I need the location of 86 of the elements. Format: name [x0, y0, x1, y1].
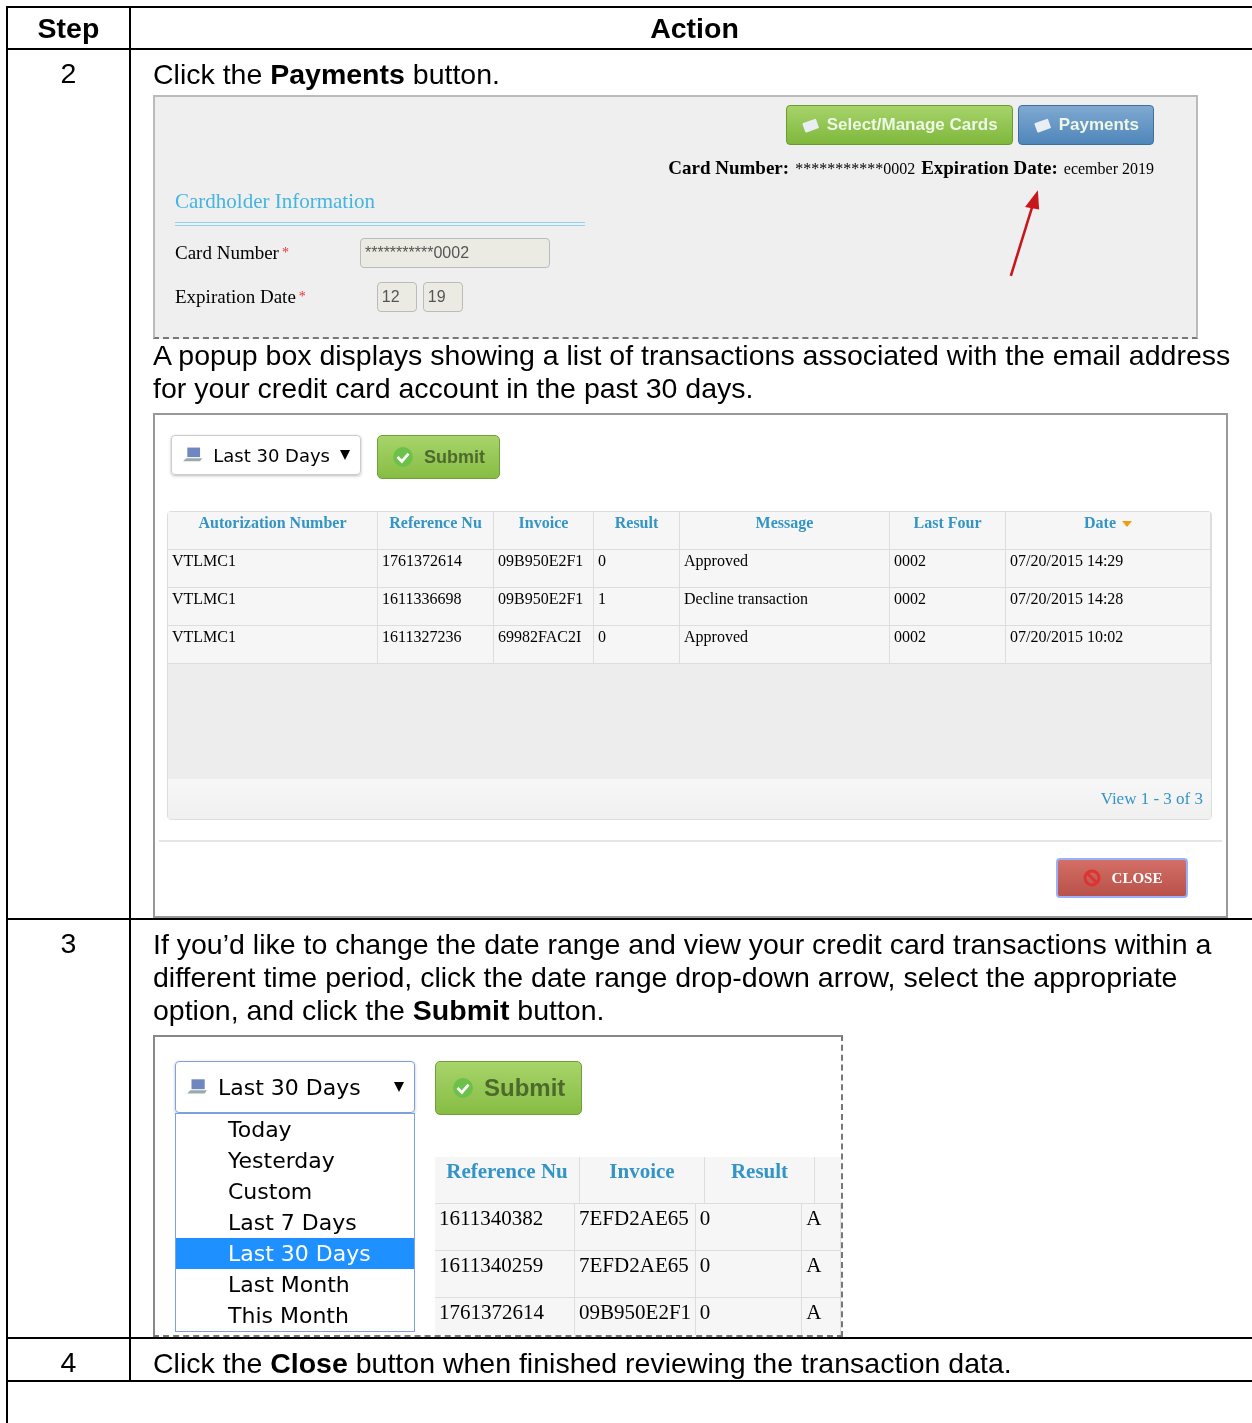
step-number: 2 — [60, 57, 77, 89]
field-label: Card Number — [175, 242, 279, 264]
card-number-label: Card Number: — [668, 157, 790, 179]
section-title: Cardholder Information — [175, 189, 585, 226]
column-header[interactable]: Invoice — [580, 1157, 705, 1203]
table-cell: VTLMC1 — [168, 588, 378, 625]
table-cell: A — [802, 1204, 841, 1250]
caret-icon — [340, 450, 350, 460]
table-cell: A — [802, 1251, 841, 1297]
pager-text: View 1 - 3 of 3 — [1100, 789, 1203, 809]
expiration-value: ecember 2019 — [1063, 160, 1154, 178]
table-cell: VTLMC1 — [168, 550, 378, 587]
table-cell: 1761372614 — [378, 550, 494, 587]
column-header[interactable]: Last Four — [890, 512, 1006, 549]
sort-icon — [1122, 521, 1132, 528]
table-cell: 1761372614 — [435, 1298, 576, 1335]
check-icon — [452, 1077, 474, 1099]
dropdown-option[interactable]: This Month — [176, 1300, 414, 1331]
table-cell: 0 — [594, 626, 680, 663]
prohibited-icon — [1081, 868, 1102, 888]
input-field[interactable]: ***********0002 — [359, 238, 550, 268]
table-cell: 07/20/2015 10:02 — [1006, 626, 1211, 663]
column-header[interactable]: Date — [1006, 512, 1211, 549]
table-cell: 1611327236 — [378, 626, 494, 663]
table-cell: 1 — [594, 588, 680, 625]
step-number: 3 — [60, 927, 77, 959]
table-cell: 09B950E2F1 — [494, 550, 594, 587]
instruction-text: Click the Close button when finished reviewing the transaction data. — [153, 1347, 1013, 1380]
table-cell: Approved — [680, 626, 890, 663]
dropdown-option[interactable]: Custom — [176, 1176, 414, 1207]
laptop-icon — [186, 1078, 208, 1096]
table-cell: 0 — [695, 1204, 803, 1250]
toolbar-button[interactable]: Payments — [1017, 105, 1154, 145]
input-field[interactable]: 12 — [376, 282, 417, 312]
table-cell: 09B950E2F1 — [575, 1298, 696, 1335]
instruction-text: Click the Payments button. — [153, 58, 501, 91]
column-header[interactable]: Message — [680, 512, 890, 549]
table-cell: 7EFD2AE65 — [575, 1204, 696, 1250]
table-cell: 07/20/2015 14:29 — [1006, 550, 1211, 587]
field-label: Expiration Date — [175, 286, 296, 308]
table-cell: 0002 — [890, 626, 1006, 663]
check-icon — [392, 446, 414, 468]
column-header[interactable]: Result — [705, 1157, 815, 1203]
table-cell: Approved — [680, 550, 890, 587]
input-field[interactable]: 19 — [422, 282, 463, 312]
toolbar-button[interactable]: Select/Manage Cards — [785, 105, 1013, 145]
dropdown-option[interactable]: Last 30 Days — [176, 1238, 414, 1269]
table-cell: 1611336698 — [378, 588, 494, 625]
table-cell: 0 — [695, 1251, 803, 1297]
table-cell: 1611340382 — [435, 1204, 576, 1250]
dropdown-option[interactable]: Last 7 Days — [176, 1207, 414, 1238]
expiration-label: Expiration Date: — [921, 157, 1058, 179]
table-cell: 0 — [594, 550, 680, 587]
dropdown-option[interactable]: Yesterday — [176, 1145, 414, 1176]
laptop-icon — [182, 446, 204, 464]
column-header: Step — [8, 8, 131, 48]
column-header[interactable]: Autorization Number — [168, 512, 378, 549]
table-cell: 7EFD2AE65 — [575, 1251, 696, 1297]
submit-button[interactable]: Submit — [377, 435, 500, 479]
table-cell: A — [802, 1298, 841, 1335]
table-cell: 69982FAC2I — [494, 626, 594, 663]
column-header[interactable]: Invoice — [494, 512, 594, 549]
table-cell: 07/20/2015 14:28 — [1006, 588, 1211, 625]
card-number-value: ***********0002 — [795, 160, 916, 178]
column-header[interactable]: Result — [594, 512, 680, 549]
column-header[interactable]: Reference Nu — [378, 512, 494, 549]
close-button[interactable]: CLOSE — [1056, 858, 1188, 898]
step-number: 4 — [60, 1346, 77, 1378]
column-header[interactable]: Reference Nu — [435, 1157, 580, 1203]
required-marker: * — [298, 289, 307, 305]
table-cell: 0002 — [890, 550, 1006, 587]
table-cell: 0 — [695, 1298, 803, 1335]
instruction-text: If you’d like to change the date range and view your credit card transactions within a different time period, click the date range drop-down arrow, select the appropriate option, and click the Submit button. — [153, 928, 1213, 1027]
caret-icon — [394, 1082, 404, 1092]
instruction-text: A popup box displays showing a list of transactions associated with the email address for your credit card account in the past 30 days. — [153, 339, 1232, 405]
dropdown-option[interactable]: Last Month — [176, 1269, 414, 1300]
dropdown-option[interactable]: Today — [176, 1114, 414, 1145]
table-cell: VTLMC1 — [168, 626, 378, 663]
table-cell: 0002 — [890, 588, 1006, 625]
required-marker: * — [281, 245, 290, 261]
submit-button[interactable]: Submit — [435, 1061, 583, 1115]
table-cell: 09B950E2F1 — [494, 588, 594, 625]
date-range-dropdown[interactable]: Last 30 Days — [171, 435, 361, 475]
table-cell: Decline transaction — [680, 588, 890, 625]
column-header: Action — [649, 11, 740, 46]
table-cell: 1611340259 — [435, 1251, 576, 1297]
